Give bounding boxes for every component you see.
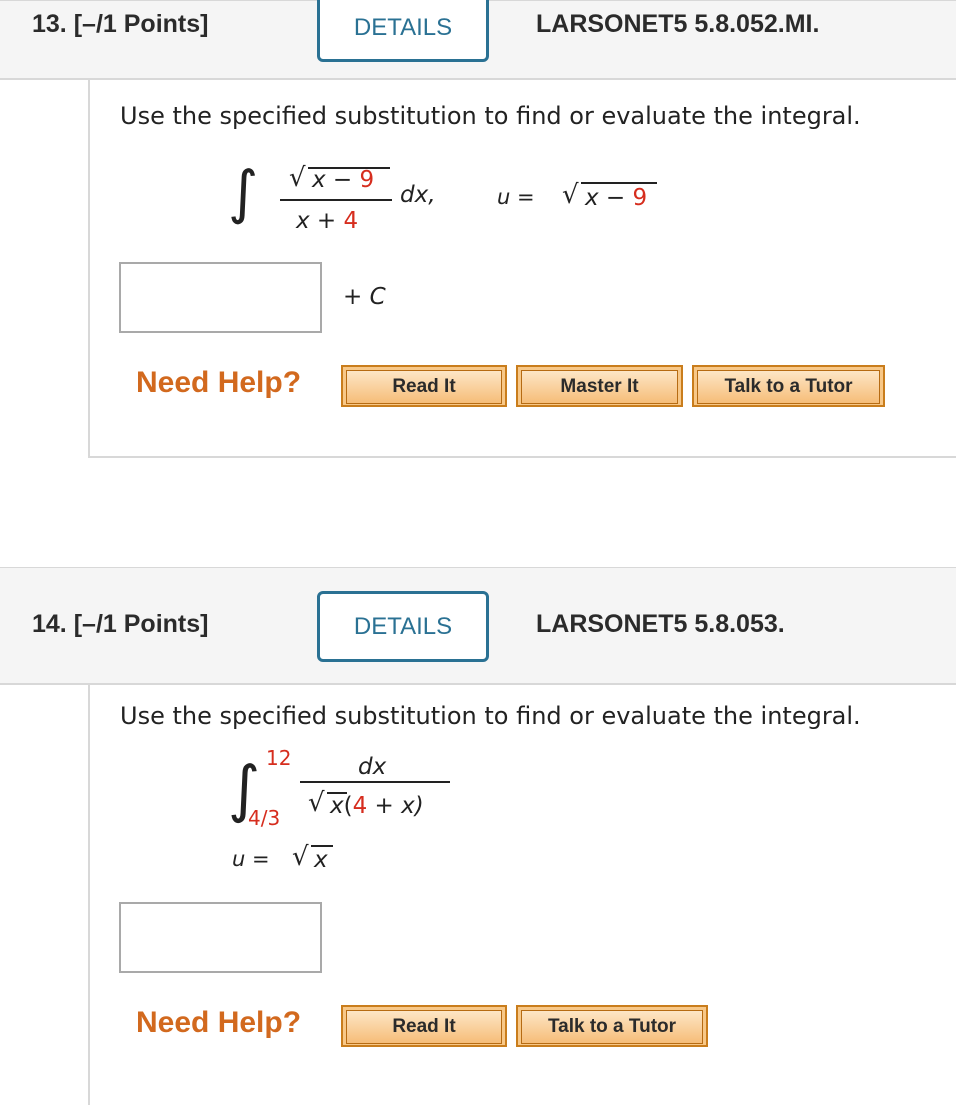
q14-lower-limit: 4/3 bbox=[248, 806, 281, 830]
q13-read-it-button[interactable]: Read It bbox=[341, 365, 507, 407]
q13-substitution-number: 9 bbox=[632, 185, 648, 211]
q14-read-it-button[interactable]: Read It bbox=[341, 1005, 507, 1047]
q14-reference: LARSONET5 5.8.053. bbox=[536, 610, 785, 638]
q13-substitution-radicand: x − bbox=[585, 185, 633, 211]
q14-talk-to-tutor-button[interactable]: Talk to a Tutor bbox=[516, 1005, 708, 1047]
q13-denominator-var: x + bbox=[296, 208, 344, 234]
q14-denominator-radicand: x bbox=[330, 793, 344, 819]
q13-numerator-number: 9 bbox=[359, 167, 375, 193]
q14-denominator-open: ( bbox=[343, 793, 353, 819]
q14-read-it-label: Read It bbox=[346, 1010, 502, 1044]
q13-answer-input[interactable] bbox=[119, 262, 322, 333]
q14-substitution-lhs: u = bbox=[232, 847, 270, 871]
q14-fraction-bar bbox=[300, 781, 450, 783]
q14-need-help: Need Help? bbox=[136, 1006, 302, 1039]
q13-numerator-radicand: x − bbox=[312, 167, 360, 193]
q13-master-it-label: Master It bbox=[521, 370, 678, 404]
q14-substitution-radical-icon: √ bbox=[292, 842, 309, 872]
q14-prompt: Use the specified substitution to find o… bbox=[120, 702, 861, 730]
q14-numerator: dx bbox=[358, 754, 387, 780]
q13-substitution-radical-bar bbox=[581, 182, 657, 184]
q14-upper-limit: 12 bbox=[266, 746, 292, 770]
q13-talk-to-tutor-label: Talk to a Tutor bbox=[697, 370, 880, 404]
q14-title: 14. [–/1 Points] bbox=[32, 610, 208, 639]
q14-points: [–/1 Points] bbox=[73, 610, 209, 638]
q14-denominator-rest: + x) bbox=[367, 793, 424, 819]
q13-numerator: x − 9 bbox=[312, 167, 374, 193]
q13-fraction-bar bbox=[280, 199, 392, 201]
q14-denominator: x(4 + x) bbox=[330, 793, 424, 819]
q13-reference: LARSONET5 5.8.052.MI. bbox=[536, 10, 820, 38]
q13-denominator: x + 4 bbox=[296, 208, 358, 234]
q13-integral-sign: ∫ bbox=[228, 158, 259, 226]
q13-master-it-button[interactable]: Master It bbox=[516, 365, 683, 407]
q13-substitution-rhs: x − 9 bbox=[585, 185, 647, 211]
q13-differential: dx, bbox=[400, 182, 436, 208]
q14-substitution-radicand: x bbox=[314, 847, 328, 873]
q13-details-button[interactable]: DETAILS bbox=[317, 0, 489, 62]
q13-points: [–/1 Points] bbox=[73, 10, 209, 38]
q13-substitution-radical-icon: √ bbox=[562, 180, 579, 210]
q14-answer-input[interactable] bbox=[119, 902, 322, 973]
q13-radical-icon: √ bbox=[289, 163, 306, 193]
q13-read-it-label: Read It bbox=[346, 370, 502, 404]
q13-talk-to-tutor-button[interactable]: Talk to a Tutor bbox=[692, 365, 885, 407]
q14-details-button[interactable]: DETAILS bbox=[317, 591, 489, 662]
q13-prompt: Use the specified substitution to find o… bbox=[120, 102, 861, 130]
q13-substitution-lhs: u = bbox=[497, 185, 535, 209]
q13-number: 13. bbox=[32, 10, 67, 38]
q13-denominator-number: 4 bbox=[343, 208, 359, 234]
q14-talk-to-tutor-label: Talk to a Tutor bbox=[521, 1010, 703, 1044]
q14-number: 14. bbox=[32, 610, 67, 638]
q13-need-help: Need Help? bbox=[136, 366, 302, 399]
q14-denominator-number: 4 bbox=[352, 793, 368, 819]
q13-plus-c: + C bbox=[343, 284, 386, 310]
q14-radical-icon: √ bbox=[308, 788, 325, 818]
q13-title: 13. [–/1 Points] bbox=[32, 10, 208, 39]
